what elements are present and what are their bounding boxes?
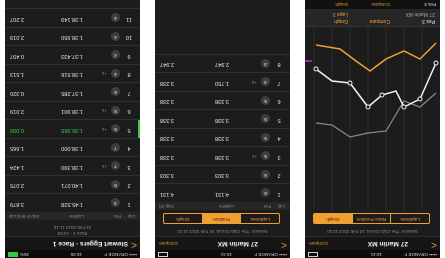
column-header: Gap (S) [159,204,174,209]
battery-icon [308,251,318,257]
white-series-point [365,104,371,110]
table-row[interactable]: 2 6 3.303 3.303 [155,165,290,184]
carrier-label: ••••• ORANGE F [404,252,437,257]
tab-laptimes[interactable]: Laptimes [240,214,279,223]
white-series-point [401,104,407,110]
page-title: 27 Marlin MX [367,240,408,247]
topbar-item[interactable]: Pos 3 [424,0,436,9]
back-chevron-icon[interactable]: < [281,238,287,250]
white-series-point [433,60,439,66]
topbar-item[interactable]: Compare [371,0,390,9]
table-row[interactable]: 6 5 +1 1:38.901 2.019 [5,101,140,120]
page-title: 27 Marlin MX [217,240,258,247]
back-chevron-icon[interactable]: < [431,238,437,250]
table-row[interactable]: 9 4 1:37.433 0.497 [5,45,140,64]
table-row[interactable]: 10 4 1:38.950 2.019 [5,27,140,46]
phone-lap-list: ••••• ORANGE F 15:36 36% < Stewart Egger… [5,0,140,258]
tab-race-position[interactable]: Race Position [351,214,391,223]
nav-bar: < 27 Marlin MX Compare [155,236,290,250]
table-header: Lap Pos Laptime Gap to Best Lap [5,212,140,220]
column-header: Laptime [219,204,234,209]
nav-bar: < 27 Marlin MX Compare [305,236,440,250]
page-title: Stewart Eggers - Race 1 [52,240,128,247]
column-header: Gap to Best Lap [9,214,40,219]
rotated-screen: ••••• ORANGE F 15:41 < 27 Marlin MX Comp… [305,0,440,258]
phone-graph: ••••• ORANGE F 15:41 < 27 Marlin MX Comp… [305,0,440,258]
tab-graph[interactable]: Graph [164,214,202,223]
column-header: Pos [113,214,121,219]
subtitle-line: Session: The Club Circuit, 24 Feb 2013 1… [327,229,418,234]
table-row[interactable]: 1 6 4:131 4.131 [155,183,290,202]
white-series-point [313,66,319,72]
white-series-point [379,92,385,98]
carrier-label: ••••• ORANGE F [104,252,137,257]
subtitle-line: 24 Feb 2013 11:10 [53,225,92,230]
clock: 15:36 [70,252,82,257]
view-segmented-control: Laptimes Position Graph [163,213,280,224]
battery-icon [8,251,18,257]
table-row[interactable]: 2 8 1:40.071 2.075 [5,175,140,194]
carrier-label: ••••• ORANGE F [254,252,287,257]
column-header: Lap [128,214,135,219]
legend-position: Pos 3 [422,18,435,24]
status-bar: ••••• ORANGE F 15:36 36% [5,250,140,258]
table-row[interactable]: 8 4 +1 1:38.516 1.513 [5,64,140,83]
table-row[interactable]: 4 5 3.338 3.338 [155,128,290,147]
clock: 15:41 [370,252,382,257]
orange-series-line [315,42,437,72]
table-row[interactable]: 6 5 3.338 3.338 [155,91,290,110]
compare-button[interactable]: Compare [159,237,178,250]
white-series-point [347,80,353,86]
table-row[interactable]: 3 5 +1 3.338 3.338 [155,146,290,165]
table-row-best-lap[interactable]: 5 5 +1 1:36.965 0.000 [5,119,140,138]
column-header: Lap [278,204,285,209]
legend-stat: Graph [334,18,348,24]
battery: 36% [8,250,29,258]
battery [308,250,320,258]
table-header: Lap Pos Laptime Gap (S) [155,202,290,210]
status-bar: ••••• ORANGE F 15:41 [305,250,440,258]
topbar-item[interactable]: Graph [335,0,348,9]
table-row[interactable]: 11 4 1:38.149 2.207 [5,8,140,27]
view-segmented-control: Laptimes Race Position Graph [313,213,430,224]
table-row[interactable]: 8 3 2.947 2.947 [155,54,290,73]
battery-icon [158,251,168,257]
legend-compare: Compare [369,18,390,24]
battery [158,250,170,258]
tab-laptimes[interactable]: Laptimes [390,214,429,223]
nav-bar: < Stewart Eggers - Race 1 [5,236,140,250]
table-row[interactable]: 7 3 +2 1.750 3.338 [155,72,290,91]
table-row[interactable]: 1 3 1:45.528 3.879 [5,193,140,212]
session-subtitle: Session: The Club Circuit, 24 Feb 2013 1… [305,228,440,234]
phone-position-list: ••••• ORANGE F 15:41 < 27 Marlin MX Comp… [155,0,290,258]
session-subtitle: Race 1 - 14:53 24 Feb 2013 11:10 [5,224,140,236]
table-row[interactable]: 4 7 1:38.000 1.665 [5,138,140,157]
status-bar: ••••• ORANGE F 15:41 [155,250,290,258]
lap-graph [305,27,439,211]
lap-table: 1 3 1:45.528 3.879 2 8 1:40.071 2.075 3 7 +1 1:38… [5,8,140,212]
position-table: 1 6 4:131 4.131 2 6 3.303 3.303 3 5 +1 3.338 3.338… [155,54,290,202]
legend-car: 27 Marlin MX [405,11,435,17]
table-row[interactable]: 3 7 +1 1:38.390 1.424 [5,156,140,175]
subtitle-line: Session: The Club Circuit, 24 Feb 2013 1… [177,229,268,234]
subtitle-line: Race 1 - 14:53 [57,231,88,236]
graph-top-bar: Pos 3 Compare Graph [305,0,440,9]
rotated-screen: ••••• ORANGE F 15:41 < 27 Marlin MX Comp… [155,0,290,258]
column-header: Pos [263,204,271,209]
tab-position[interactable]: Position [201,214,241,223]
white-series-point [417,96,423,102]
session-subtitle: Session: The Club Circuit, 24 Feb 2013 1… [155,228,290,234]
legend-laps: Laps 3 [332,11,348,17]
compare-button[interactable]: Compare [309,237,328,250]
graph-legend-header: Pos 3 27 Marlin MX Compare Graph Laps 3 [305,8,440,27]
table-row[interactable]: 7 5 1:37.285 0.320 [5,82,140,101]
rotated-screen: ••••• ORANGE F 15:36 36% < Stewart Egger… [5,0,140,258]
column-header: Laptime [69,214,84,219]
clock: 15:41 [220,252,232,257]
back-chevron-icon[interactable]: < [131,238,137,250]
table-row[interactable]: 5 5 3.338 3.338 [155,109,290,128]
tab-graph[interactable]: Graph [313,214,352,223]
